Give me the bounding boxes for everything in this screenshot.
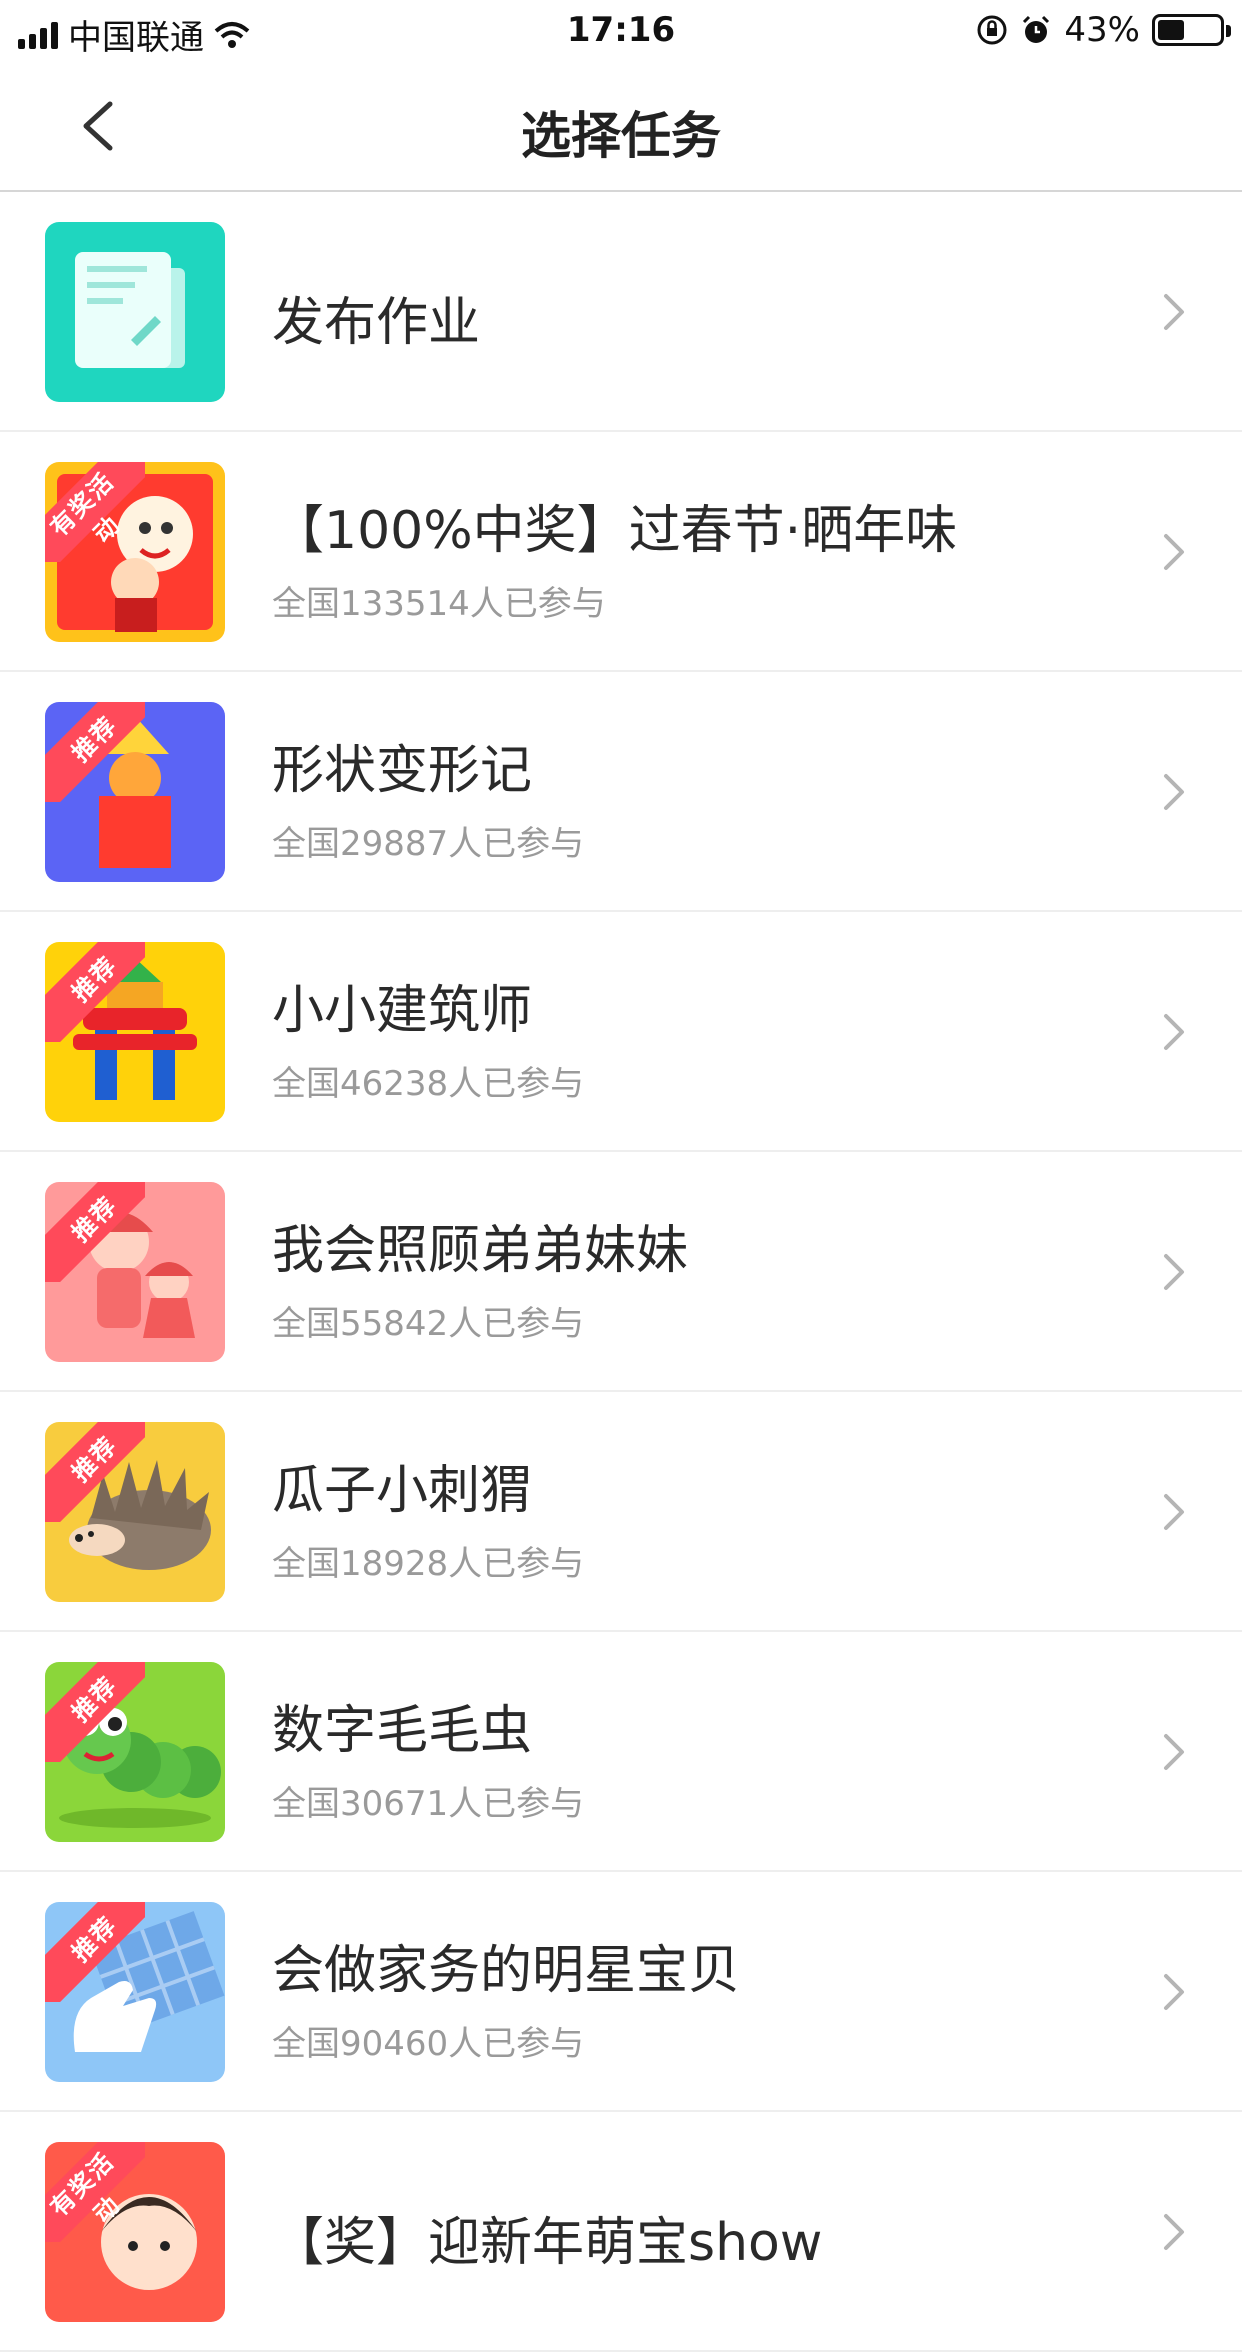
rotation-lock-icon bbox=[977, 15, 1007, 45]
siblings-icon: 推荐 bbox=[45, 1182, 225, 1362]
shapes-icon: 推荐 bbox=[45, 702, 225, 882]
recommend-ribbon: 推荐 bbox=[45, 1662, 145, 1762]
recommend-ribbon: 推荐 bbox=[45, 1902, 145, 2002]
recommend-ribbon: 有奖活动 bbox=[45, 462, 145, 562]
nav-bar: 选择任务 bbox=[0, 60, 1242, 192]
lion-dance-icon: 有奖活动 bbox=[45, 462, 225, 642]
recommend-ribbon: 推荐 bbox=[45, 942, 145, 1042]
task-list: 发布作业 有奖活动 【100%中奖】过春节·晒年味 全国133514人已参与 推荐 形状变… bbox=[0, 192, 1242, 2352]
task-participants: 全国90460人已参与 bbox=[272, 2024, 585, 2064]
task-title: 数字毛毛虫 bbox=[272, 1701, 533, 1761]
alarm-icon bbox=[1023, 15, 1050, 43]
ribbon-label: 推荐 bbox=[66, 1670, 124, 1728]
task-row[interactable]: 有奖活动 【100%中奖】过春节·晒年味全国133514人已参与 bbox=[0, 432, 1242, 672]
chevron-right-icon bbox=[1164, 534, 1184, 570]
task-row[interactable]: 推荐我会照顾弟弟妹妹全国55842人已参与 bbox=[0, 1152, 1242, 1392]
ribbon-label: 有奖活动 bbox=[45, 2146, 127, 2229]
task-title: 瓜子小刺猬 bbox=[272, 1461, 533, 1521]
task-row[interactable]: 推荐形状变形记全国29887人已参与 bbox=[0, 672, 1242, 912]
battery-percent: 43% bbox=[1064, 10, 1140, 50]
task-participants: 全国30671人已参与 bbox=[272, 1784, 585, 1824]
chevron-right-icon bbox=[1164, 294, 1184, 330]
battery-fill bbox=[1158, 20, 1184, 40]
chevron-right-icon bbox=[1164, 2214, 1184, 2250]
status-right: 43% bbox=[976, 10, 1231, 50]
ribbon-label: 推荐 bbox=[66, 950, 124, 1008]
task-row[interactable]: 发布作业 bbox=[0, 192, 1242, 432]
chevron-right-icon bbox=[1164, 1974, 1184, 2010]
recommend-ribbon: 推荐 bbox=[45, 1422, 145, 1522]
ribbon-label: 推荐 bbox=[66, 710, 124, 768]
task-row[interactable]: 推荐瓜子小刺猬全国18928人已参与 bbox=[0, 1392, 1242, 1632]
battery-icon bbox=[1152, 14, 1231, 46]
task-row[interactable]: 推荐数字毛毛虫全国30671人已参与 bbox=[0, 1632, 1242, 1872]
task-title: 我会照顾弟弟妹妹 bbox=[272, 1221, 689, 1281]
chevron-right-icon bbox=[1164, 774, 1184, 810]
chevron-right-icon bbox=[1164, 1254, 1184, 1290]
ribbon-label: 推荐 bbox=[66, 1430, 124, 1488]
assignment-icon bbox=[45, 222, 225, 402]
task-title: 【100%中奖】过春节·晒年味 bbox=[272, 501, 958, 561]
caterpillar-icon: 推荐 bbox=[45, 1662, 225, 1842]
task-row[interactable]: 推荐小小建筑师全国46238人已参与 bbox=[0, 912, 1242, 1152]
hedgehog-icon: 推荐 bbox=[45, 1422, 225, 1602]
recommend-ribbon: 推荐 bbox=[45, 702, 145, 802]
chevron-right-icon bbox=[1164, 1014, 1184, 1050]
task-row[interactable]: 有奖活动【奖】迎新年萌宝show bbox=[0, 2112, 1242, 2352]
task-participants: 全国29887人已参与 bbox=[272, 824, 585, 864]
task-participants: 全国133514人已参与 bbox=[272, 584, 606, 624]
task-row[interactable]: 推荐会做家务的明星宝贝全国90460人已参与 bbox=[0, 1872, 1242, 2112]
recommend-ribbon: 推荐 bbox=[45, 1182, 145, 1282]
baby-show-icon: 有奖活动 bbox=[45, 2142, 225, 2322]
page-title: 选择任务 bbox=[521, 107, 721, 165]
task-title: 小小建筑师 bbox=[272, 981, 533, 1041]
ribbon-label: 推荐 bbox=[66, 1190, 124, 1248]
task-participants: 全国18928人已参与 bbox=[272, 1544, 585, 1584]
chevron-right-icon bbox=[1164, 1494, 1184, 1530]
recommend-ribbon: 有奖活动 bbox=[45, 2142, 145, 2242]
task-title: 形状变形记 bbox=[272, 741, 533, 801]
task-participants: 全国55842人已参与 bbox=[272, 1304, 585, 1344]
housework-icon: 推荐 bbox=[45, 1902, 225, 2082]
task-title: 会做家务的明星宝贝 bbox=[272, 1941, 741, 2001]
status-bar: 中国联通 17:16 43% bbox=[0, 0, 1242, 60]
task-title: 【奖】迎新年萌宝show bbox=[272, 2213, 823, 2273]
ribbon-label: 有奖活动 bbox=[45, 466, 127, 549]
ribbon-label: 推荐 bbox=[66, 1910, 124, 1968]
task-title: 发布作业 bbox=[272, 293, 481, 353]
task-participants: 全国46238人已参与 bbox=[272, 1064, 585, 1104]
chevron-right-icon bbox=[1164, 1734, 1184, 1770]
building-blocks-icon: 推荐 bbox=[45, 942, 225, 1122]
